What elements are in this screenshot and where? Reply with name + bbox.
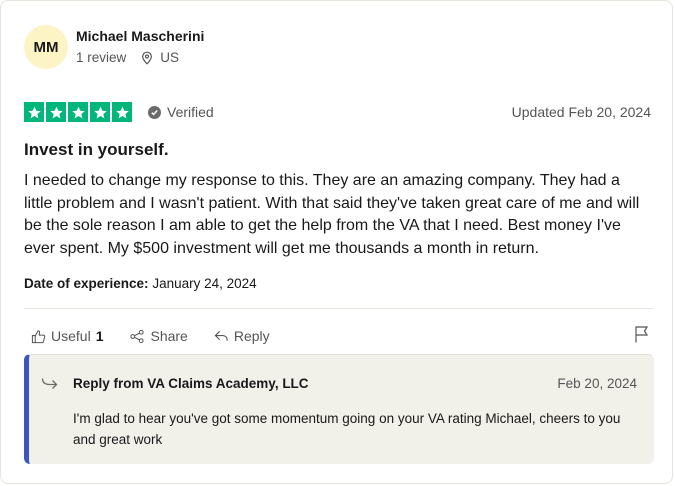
updated-date: Updated Feb 20, 2024 [511, 104, 651, 120]
experience-label: Date of experience: [24, 276, 149, 291]
verified-badge[interactable]: Verified [148, 104, 214, 120]
star-icon [46, 102, 66, 122]
review-actions: Useful 1 Share Reply [31, 328, 270, 344]
review-card: MM Michael Mascherini 1 review US Verifi… [0, 0, 673, 484]
reply-label: Reply [233, 328, 270, 344]
date-of-experience: Date of experience: January 24, 2024 [24, 276, 257, 291]
location-pin-icon [142, 51, 153, 65]
share-icon [130, 329, 145, 343]
reviewer-name[interactable]: Michael Mascherini [76, 28, 204, 44]
review-title[interactable]: Invest in yourself. [24, 140, 169, 160]
divider [24, 308, 653, 309]
useful-count: 1 [95, 328, 104, 344]
review-count: 1 review [76, 50, 127, 65]
reply-from: Reply from VA Claims Academy, LLC [73, 376, 309, 391]
reply-arrow-icon [41, 378, 58, 389]
share-label: Share [150, 328, 188, 344]
useful-button[interactable]: Useful 1 [31, 328, 103, 344]
avatar[interactable]: MM [24, 25, 68, 69]
share-button[interactable]: Share [129, 328, 188, 344]
reply-date: Feb 20, 2024 [557, 376, 637, 391]
star-icon [112, 102, 132, 122]
company-reply: Reply from VA Claims Academy, LLC Feb 20… [24, 354, 654, 464]
verified-label: Verified [167, 104, 214, 120]
reply-text: I'm glad to hear you've got some momentu… [73, 411, 621, 447]
star-icon [24, 102, 44, 122]
experience-date: January 24, 2024 [152, 276, 257, 291]
star-icon [68, 102, 88, 122]
thumbs-up-icon [31, 329, 46, 343]
star-icon [90, 102, 110, 122]
review-body: I needed to change my response to this. … [24, 172, 640, 257]
reviewer-meta: 1 review US [76, 50, 179, 65]
reviewer-country: US [160, 50, 180, 65]
reply-icon [214, 330, 228, 341]
useful-label: Useful [51, 328, 91, 344]
reply-button[interactable]: Reply [214, 328, 270, 344]
star-rating [24, 102, 132, 122]
check-circle-icon [148, 105, 161, 119]
flag-icon[interactable] [634, 325, 650, 343]
